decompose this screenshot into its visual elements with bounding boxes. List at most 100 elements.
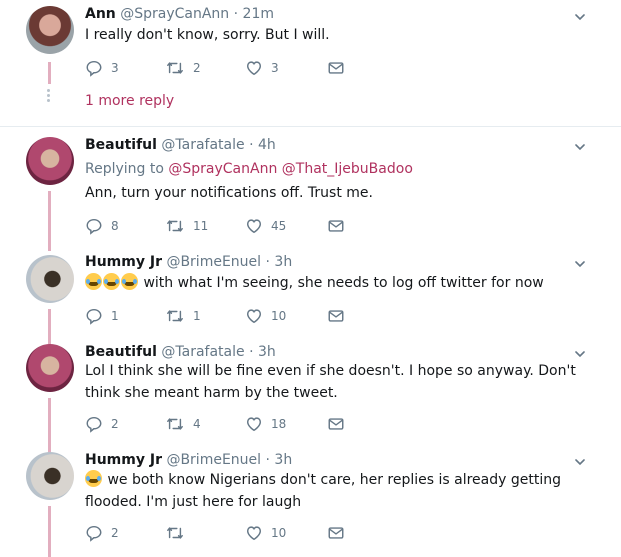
- author-name[interactable]: Ann: [85, 6, 116, 22]
- retweet-icon: [165, 217, 185, 235]
- retweet-button[interactable]: [165, 523, 193, 543]
- reply-count: 3: [111, 61, 119, 75]
- retweet-icon: [165, 59, 185, 77]
- reply-button[interactable]: 8: [85, 216, 119, 236]
- like-icon: [245, 59, 263, 77]
- tweet-text: with what I'm seeing, she needs to log o…: [143, 275, 544, 291]
- reply-count: 8: [111, 219, 119, 233]
- tweet-header: Hummy Jr @BrimeEnuel · 3h: [85, 254, 292, 270]
- timestamp[interactable]: 4h: [258, 137, 276, 153]
- retweet-count: 2: [193, 61, 201, 75]
- reply-icon: [85, 217, 103, 235]
- replying-to: Replying to @SprayCanAnn @That_IjebuBado…: [85, 161, 413, 177]
- replying-label: Replying to: [85, 161, 164, 177]
- joy-emoji-icon: [85, 273, 102, 290]
- like-button[interactable]: 3: [245, 58, 279, 78]
- like-icon: [245, 415, 263, 433]
- retweet-count: 4: [193, 417, 201, 431]
- like-count: 18: [271, 417, 287, 431]
- tweet[interactable]: Ann @SprayCanAnn · 21m I really don't kn…: [0, 0, 621, 127]
- reply-count: 2: [111, 526, 119, 540]
- retweet-count: 11: [193, 219, 209, 233]
- retweet-icon: [165, 415, 185, 433]
- author-name[interactable]: Hummy Jr: [85, 254, 162, 270]
- tweet-header: Beautiful @Tarafatale · 3h: [85, 344, 276, 360]
- timestamp[interactable]: 3h: [274, 254, 292, 270]
- like-count: 45: [271, 219, 287, 233]
- more-reply-link[interactable]: 1 more reply: [85, 93, 174, 109]
- tweet-header: Hummy Jr @BrimeEnuel · 3h: [85, 452, 292, 468]
- author-handle[interactable]: @Tarafatale: [161, 344, 244, 360]
- avatar[interactable]: [26, 255, 74, 303]
- separator: ·: [249, 344, 254, 360]
- thread-line: [48, 62, 51, 84]
- like-button[interactable]: 10: [245, 523, 286, 543]
- reply-count: 2: [111, 417, 119, 431]
- tweet[interactable]: Beautiful @Tarafatale · 3h Lol I think s…: [0, 340, 621, 458]
- timestamp[interactable]: 3h: [258, 344, 276, 360]
- like-button[interactable]: 10: [245, 306, 286, 326]
- message-button[interactable]: [327, 523, 345, 543]
- timestamp[interactable]: 21m: [243, 6, 274, 22]
- message-icon: [327, 415, 345, 433]
- message-icon: [327, 59, 345, 77]
- avatar[interactable]: [26, 6, 74, 54]
- like-count: 3: [271, 61, 279, 75]
- retweet-button[interactable]: 11: [165, 216, 208, 236]
- reply-button[interactable]: 2: [85, 523, 119, 543]
- reply-count: 1: [111, 309, 119, 323]
- author-name[interactable]: Beautiful: [85, 344, 157, 360]
- like-button[interactable]: 18: [245, 414, 286, 434]
- retweet-button[interactable]: 4: [165, 414, 201, 434]
- like-count: 10: [271, 526, 287, 540]
- chevron-down-icon[interactable]: [575, 12, 585, 22]
- chevron-down-icon[interactable]: [575, 349, 585, 359]
- tweet-text: Ann, turn your notifications off. Trust …: [85, 185, 373, 201]
- message-button[interactable]: [327, 58, 345, 78]
- chevron-down-icon[interactable]: [575, 142, 585, 152]
- tweet-text-row: we both know Nigerians don't care, her r…: [85, 469, 585, 513]
- tweet-text: I really don't know, sorry. But I will.: [85, 27, 330, 43]
- reply-button[interactable]: 2: [85, 414, 119, 434]
- like-count: 10: [271, 309, 287, 323]
- separator: ·: [265, 254, 270, 270]
- author-handle[interactable]: @Tarafatale: [161, 137, 244, 153]
- reply-button[interactable]: 1: [85, 306, 119, 326]
- reply-button[interactable]: 3: [85, 58, 119, 78]
- tweet-text: Lol I think she will be fine even if she…: [85, 363, 576, 401]
- like-icon: [245, 217, 263, 235]
- message-button[interactable]: [327, 216, 345, 236]
- avatar[interactable]: [26, 137, 74, 185]
- retweet-icon: [165, 307, 185, 325]
- tweet-header: Ann @SprayCanAnn · 21m: [85, 6, 274, 22]
- author-handle[interactable]: @SprayCanAnn: [120, 6, 229, 22]
- chevron-down-icon[interactable]: [575, 457, 585, 467]
- reply-icon: [85, 415, 103, 433]
- like-button[interactable]: 45: [245, 216, 286, 236]
- avatar[interactable]: [26, 344, 74, 392]
- separator: ·: [265, 452, 270, 468]
- tweet-header: Beautiful @Tarafatale · 4h: [85, 137, 276, 153]
- author-name[interactable]: Beautiful: [85, 137, 157, 153]
- retweet-icon: [165, 524, 185, 542]
- author-handle[interactable]: @BrimeEnuel: [166, 254, 261, 270]
- tweet[interactable]: Hummy Jr @BrimeEnuel · 3h we both know N…: [0, 450, 621, 557]
- mention-link[interactable]: @SprayCanAnn: [168, 161, 277, 177]
- tweet[interactable]: Hummy Jr @BrimeEnuel · 3h with what I'm …: [0, 245, 621, 349]
- avatar[interactable]: [26, 452, 74, 500]
- reply-icon: [85, 307, 103, 325]
- message-button[interactable]: [327, 414, 345, 434]
- author-name[interactable]: Hummy Jr: [85, 452, 162, 468]
- joy-emoji-icon: [85, 470, 102, 487]
- tweet[interactable]: Beautiful @Tarafatale · 4h Replying to @…: [0, 127, 621, 251]
- retweet-button[interactable]: 1: [165, 306, 201, 326]
- timestamp[interactable]: 3h: [274, 452, 292, 468]
- retweet-button[interactable]: 2: [165, 58, 201, 78]
- message-button[interactable]: [327, 306, 345, 326]
- reply-icon: [85, 59, 103, 77]
- chevron-down-icon[interactable]: [575, 259, 585, 269]
- author-handle[interactable]: @BrimeEnuel: [166, 452, 261, 468]
- mention-link[interactable]: @That_IjebuBadoo: [282, 161, 413, 177]
- message-icon: [327, 524, 345, 542]
- reply-icon: [85, 524, 103, 542]
